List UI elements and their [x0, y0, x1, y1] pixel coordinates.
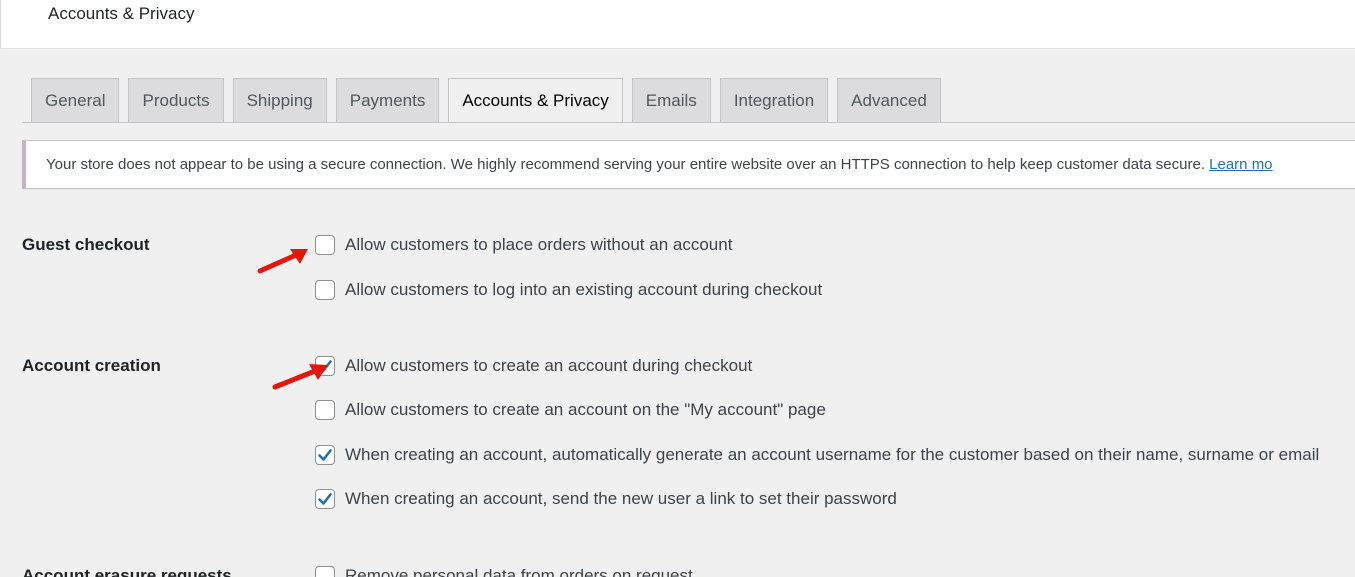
- checkbox-guest-orders[interactable]: [315, 235, 335, 255]
- guest-checkout-label: Guest checkout: [22, 235, 150, 254]
- option-label: Remove personal data from orders on requ…: [345, 566, 693, 577]
- option-remove-personal-data[interactable]: Remove personal data from orders on requ…: [315, 565, 693, 577]
- tab-advanced[interactable]: Advanced: [837, 78, 941, 123]
- option-login-during-checkout[interactable]: Allow customers to log into an existing …: [315, 279, 822, 301]
- notice-text: Your store does not appear to be using a…: [46, 156, 1205, 173]
- checkmark-icon: [318, 493, 332, 505]
- tab-label: Emails: [645, 91, 697, 110]
- option-create-during-checkout[interactable]: Allow customers to create an account dur…: [315, 355, 752, 377]
- tab-label: Accounts & Privacy: [462, 90, 609, 110]
- tab-label: Shipping: [246, 91, 313, 110]
- option-label: Allow customers to create an account on …: [345, 400, 826, 419]
- option-label: Allow customers to log into an existing …: [345, 280, 823, 299]
- red-arrow-icon: [272, 364, 328, 390]
- checkbox-generate-username[interactable]: [315, 445, 335, 465]
- checkbox-login-during-checkout[interactable]: [315, 280, 335, 300]
- checkbox-send-password-link[interactable]: [315, 489, 335, 509]
- tab-integration[interactable]: Integration: [719, 78, 829, 123]
- red-arrow-icon: [257, 249, 308, 274]
- page-header: Accounts & Privacy: [0, 0, 1355, 49]
- account-erasure-label: Account erasure requests: [22, 566, 232, 577]
- option-label: Allow customers to place orders without …: [345, 235, 733, 254]
- https-notice: Your store does not appear to be using a…: [22, 140, 1355, 189]
- tab-label: General: [45, 91, 106, 110]
- checkbox-remove-personal-data[interactable]: [315, 566, 335, 577]
- option-create-my-account[interactable]: Allow customers to create an account on …: [315, 399, 826, 421]
- option-label: When creating an account, automatically …: [345, 445, 1320, 464]
- tab-emails[interactable]: Emails: [631, 78, 711, 123]
- tab-label: Advanced: [851, 91, 927, 110]
- option-guest-orders[interactable]: Allow customers to place orders without …: [315, 234, 732, 256]
- option-send-password-link[interactable]: When creating an account, send the new u…: [315, 488, 897, 510]
- notice-message: Your store does not appear to be using a…: [46, 156, 1273, 173]
- tab-accounts-privacy[interactable]: Accounts & Privacy: [448, 78, 623, 123]
- tab-products[interactable]: Products: [128, 78, 224, 123]
- tab-shipping[interactable]: Shipping: [232, 78, 327, 123]
- tab-payments[interactable]: Payments: [335, 78, 440, 123]
- account-creation-label: Account creation: [22, 356, 161, 375]
- page-title: Accounts & Privacy: [48, 4, 195, 23]
- option-label: Allow customers to create an account dur…: [345, 356, 753, 375]
- checkbox-create-my-account[interactable]: [315, 400, 335, 420]
- option-generate-username[interactable]: When creating an account, automatically …: [315, 444, 1319, 466]
- tab-general[interactable]: General: [31, 78, 120, 123]
- settings-tabs: General Products Shipping Payments Accou…: [31, 78, 950, 123]
- option-label: When creating an account, send the new u…: [345, 489, 897, 508]
- tab-label: Integration: [733, 91, 815, 110]
- checkmark-icon: [318, 449, 332, 461]
- tabs-divider: [22, 122, 1355, 123]
- learn-more-link[interactable]: Learn mo: [1209, 156, 1272, 173]
- tab-label: Products: [142, 91, 210, 110]
- tab-label: Payments: [349, 91, 426, 110]
